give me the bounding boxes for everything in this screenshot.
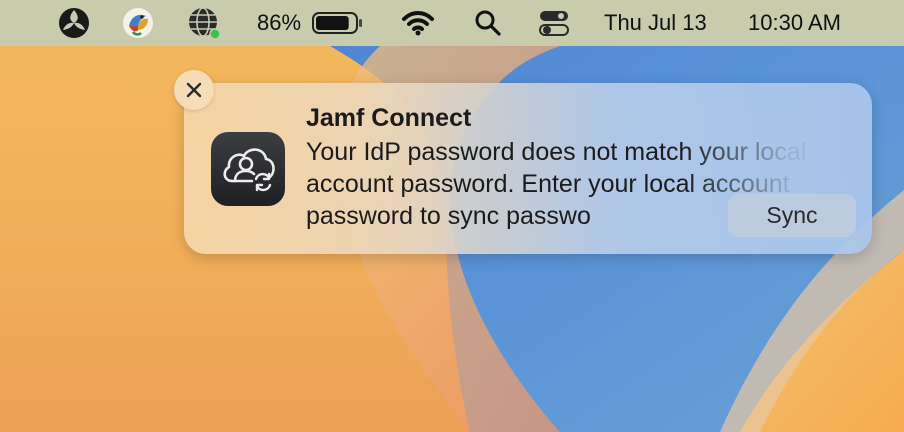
wifi-icon[interactable] [398, 0, 438, 46]
jamf-icon[interactable] [54, 0, 94, 46]
search-icon[interactable] [468, 0, 508, 46]
control-center-icon[interactable] [534, 0, 574, 46]
close-notification-button[interactable] [174, 70, 214, 110]
notification-title: Jamf Connect [306, 104, 472, 132]
sync-button[interactable]: Sync [728, 194, 856, 237]
menubar-time[interactable]: 10:30 AM [748, 0, 868, 46]
menu-bar: 86% Thu Jul 13 10:30 AM [0, 0, 904, 46]
cloud-user-sync-icon [211, 132, 285, 206]
menubar-date[interactable]: Thu Jul 13 [604, 0, 734, 46]
close-icon [186, 82, 202, 98]
battery-percent: 86% [256, 10, 302, 35]
battery-icon[interactable] [310, 0, 366, 46]
globe-network-icon[interactable] [184, 0, 224, 46]
desktop: 86% Thu Jul 13 10:30 AM Jamf Connect You… [0, 0, 904, 432]
notification-banner[interactable]: Jamf Connect Your IdP password does not … [184, 83, 872, 254]
colorful-bird-icon[interactable] [118, 0, 158, 46]
